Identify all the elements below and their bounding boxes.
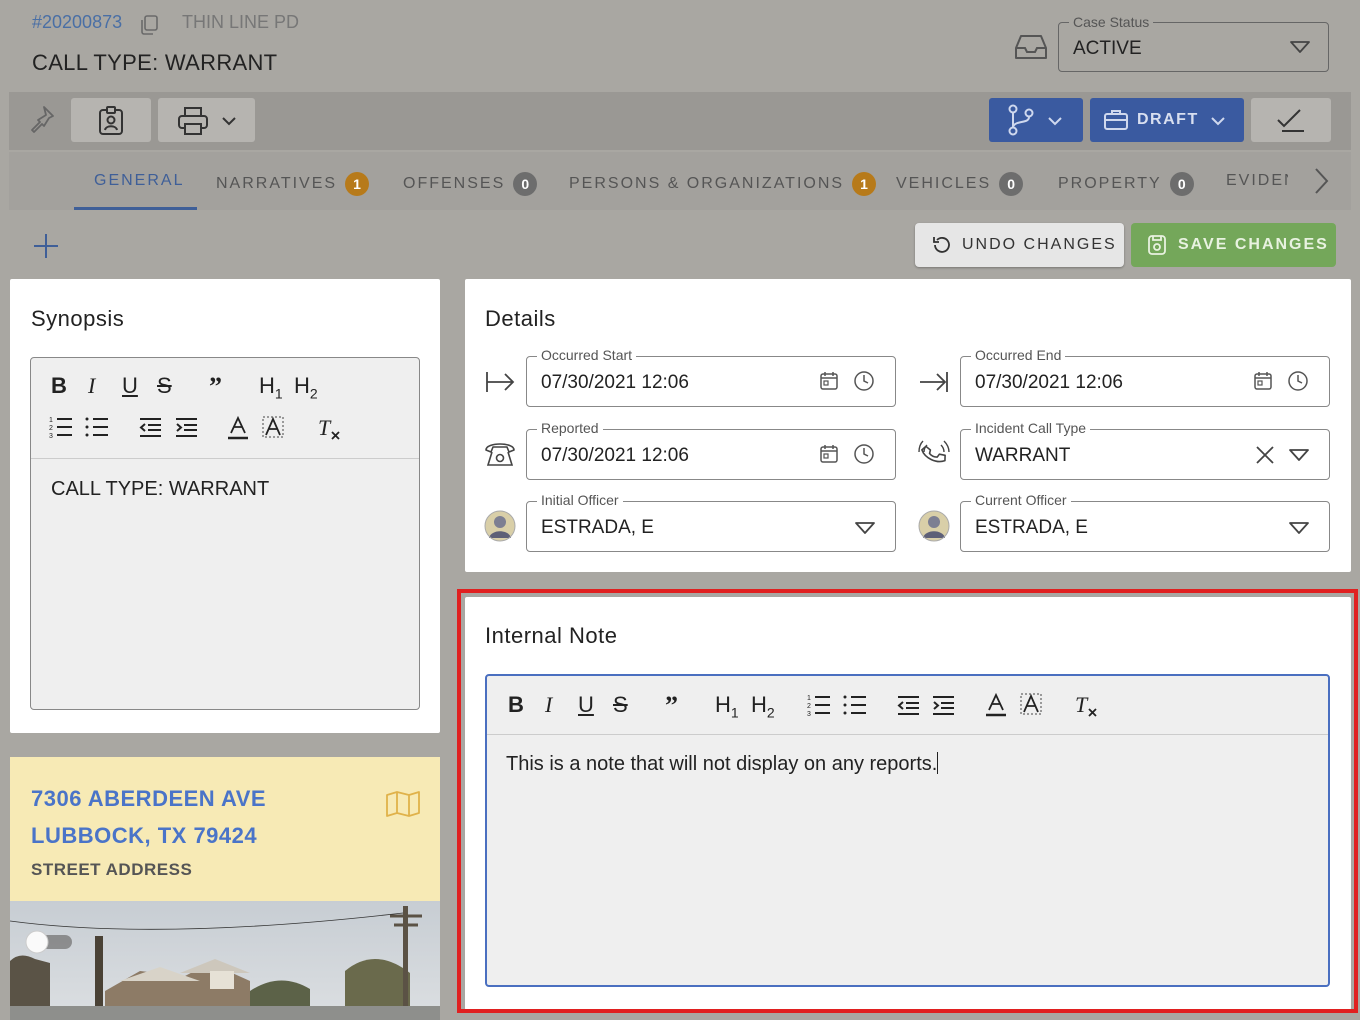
save-changes-button[interactable]: SAVE CHANGES	[1131, 223, 1336, 267]
strikethrough-icon[interactable]: S	[157, 375, 172, 397]
undo-icon	[931, 235, 951, 255]
clock-icon[interactable]	[853, 370, 875, 392]
active-tab-indicator	[74, 207, 197, 210]
text-color-icon[interactable]	[227, 416, 249, 440]
chevron-down-icon	[1210, 116, 1226, 126]
printer-icon	[177, 106, 209, 136]
bold-icon[interactable]: B	[51, 375, 67, 397]
occurred-start-field[interactable]: Occurred Start 07/30/2021 12:06	[526, 347, 896, 407]
outdent-icon[interactable]	[138, 416, 162, 438]
draft-status-button[interactable]: DRAFT	[1090, 98, 1244, 142]
clear-icon[interactable]	[1255, 445, 1275, 465]
indent-icon[interactable]	[174, 416, 198, 438]
save-icon	[1147, 234, 1167, 256]
synopsis-editor: B I U S ” H1 H2 123 T CALL TYPE: WARRANT	[30, 357, 420, 710]
highlight-frame	[457, 589, 1358, 1013]
complete-button[interactable]	[1251, 98, 1331, 142]
address-line1[interactable]: 7306 ABERDEEN AVE	[31, 786, 266, 812]
svg-text:2: 2	[49, 425, 53, 432]
svg-text:1: 1	[49, 417, 53, 424]
copy-icon[interactable]	[138, 14, 160, 36]
heading2-icon[interactable]: H2	[294, 374, 318, 400]
clear-format-icon[interactable]: T	[316, 416, 342, 440]
add-icon[interactable]	[32, 232, 60, 260]
tab-narratives[interactable]: NARRATIVES 1	[216, 172, 370, 196]
calendar-icon[interactable]	[819, 444, 839, 464]
svg-text:T: T	[318, 416, 332, 440]
italic-icon[interactable]: I	[88, 375, 95, 397]
chevron-down-icon	[1047, 116, 1063, 126]
print-button[interactable]	[158, 98, 255, 142]
save-label: SAVE CHANGES	[1178, 236, 1329, 253]
quote-icon[interactable]: ”	[209, 374, 222, 400]
case-status-label: Case Status	[1069, 14, 1154, 30]
arrow-start-icon	[483, 365, 517, 399]
tab-offenses[interactable]: OFFENSES 0	[403, 172, 538, 196]
tab-persons-organizations[interactable]: PERSONS & ORGANIZATIONS 1	[569, 172, 877, 196]
branch-icon	[1007, 104, 1035, 136]
tab-count-badge: 0	[513, 172, 538, 196]
phone-icon	[483, 437, 517, 471]
initial-officer-select[interactable]: Initial Officer ESTRADA, E	[526, 492, 896, 552]
briefcase-icon	[1104, 109, 1128, 131]
chevron-down-icon	[1290, 41, 1310, 53]
case-number[interactable]: #20200873	[32, 12, 122, 33]
workflow-button[interactable]	[989, 98, 1083, 142]
tab-count-badge: 1	[852, 172, 877, 196]
undo-changes-button[interactable]: UNDO CHANGES	[915, 223, 1124, 267]
phone-ringing-icon	[917, 437, 951, 471]
undo-label: UNDO CHANGES	[962, 236, 1117, 253]
tab-vehicles[interactable]: VEHICLES 0	[896, 172, 1024, 196]
agency-name: THIN LINE PD	[182, 12, 300, 32]
ordered-list-icon[interactable]: 123	[49, 416, 73, 438]
calendar-icon[interactable]	[819, 371, 839, 391]
clock-icon[interactable]	[1287, 370, 1309, 392]
street-view-toggle[interactable]	[24, 930, 74, 954]
clock-icon[interactable]	[853, 443, 875, 465]
street-view-image	[10, 901, 440, 1020]
case-status-value: ACTIVE	[1073, 38, 1142, 59]
double-check-icon	[1276, 107, 1306, 133]
synopsis-title: Synopsis	[31, 306, 125, 331]
current-officer-select[interactable]: Current Officer ESTRADA, E	[960, 492, 1330, 552]
draft-label: DRAFT	[1137, 111, 1199, 128]
id-badge-button[interactable]	[71, 98, 151, 142]
reported-field[interactable]: Reported 07/30/2021 12:06	[526, 420, 896, 480]
address-type: STREET ADDRESS	[31, 860, 193, 879]
inbox-icon[interactable]	[1012, 32, 1050, 62]
tab-count-badge: 0	[1169, 172, 1194, 196]
heading1-icon[interactable]: H1	[259, 374, 283, 400]
tab-evidence[interactable]: EVIDEN	[1226, 172, 1288, 190]
svg-text:3: 3	[49, 433, 53, 438]
tab-property[interactable]: PROPERTY 0	[1058, 172, 1194, 196]
officer-avatar	[483, 509, 517, 543]
tab-general[interactable]: GENERAL	[94, 172, 184, 190]
synopsis-text[interactable]: CALL TYPE: WARRANT	[51, 478, 269, 501]
chevron-down-icon[interactable]	[855, 522, 875, 534]
incident-call-type-select[interactable]: Incident Call Type WARRANT	[960, 420, 1330, 480]
editor-toolbar: B I U S ” H1 H2 123 T	[31, 358, 419, 459]
chevron-down-icon	[221, 116, 237, 126]
chevron-down-icon[interactable]	[1289, 522, 1309, 534]
tab-count-badge: 1	[345, 172, 370, 196]
pin-icon[interactable]	[28, 104, 56, 136]
details-title: Details	[485, 306, 556, 331]
occurred-end-field[interactable]: Occurred End 07/30/2021 12:06	[960, 347, 1330, 407]
id-badge-icon	[98, 106, 124, 136]
highlight-color-icon[interactable]	[262, 416, 284, 440]
officer-avatar	[917, 509, 951, 543]
map-icon[interactable]	[385, 790, 421, 818]
address-line2[interactable]: LUBBOCK, TX 79424	[31, 823, 257, 849]
tab-count-badge: 0	[999, 172, 1024, 196]
bullet-list-icon[interactable]	[85, 416, 109, 438]
underline-icon[interactable]: U	[122, 375, 138, 397]
chevron-down-icon[interactable]	[1289, 449, 1309, 461]
arrow-end-icon	[917, 365, 951, 399]
case-status-select[interactable]: Case Status ACTIVE	[1058, 14, 1329, 72]
calendar-icon[interactable]	[1253, 371, 1273, 391]
chevron-right-icon[interactable]	[1310, 166, 1332, 196]
page-title: CALL TYPE: WARRANT	[32, 50, 278, 75]
